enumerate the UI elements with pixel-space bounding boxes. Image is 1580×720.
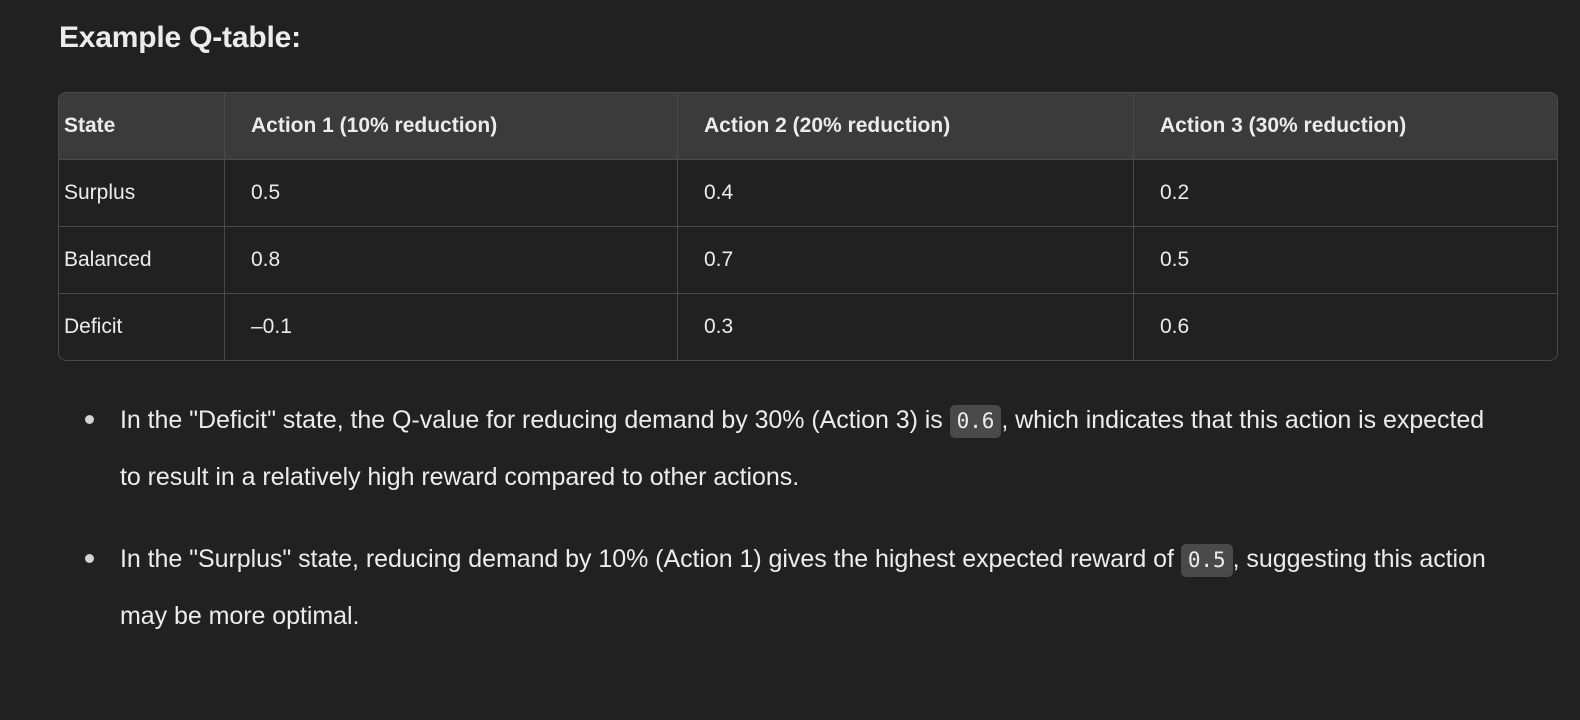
cell-action-1: 0.5 (225, 160, 678, 227)
cell-action-1: 0.8 (225, 227, 678, 294)
q-table-article: Example Q-table: State Action 1 (10% red… (0, 0, 1580, 720)
bullet-dot-icon (85, 554, 94, 563)
column-header-state: State (59, 93, 225, 160)
q-table: State Action 1 (10% reduction) Action 2 … (58, 92, 1558, 361)
table-row: Balanced 0.8 0.7 0.5 (59, 227, 1557, 294)
cell-action-2: 0.4 (678, 160, 1134, 227)
cell-state: Deficit (59, 294, 225, 360)
list-item: In the "Surplus" state, reducing demand … (58, 531, 1508, 644)
cell-action-3: 0.5 (1134, 227, 1557, 294)
bullet-text-before-code: In the "Deficit" state, the Q-value for … (120, 406, 943, 434)
table-header-row: State Action 1 (10% reduction) Action 2 … (59, 93, 1557, 160)
inline-code-value: 0.6 (949, 405, 1002, 438)
cell-action-3: 0.2 (1134, 160, 1557, 227)
cell-state: Balanced (59, 227, 225, 294)
column-header-action-1: Action 1 (10% reduction) (225, 93, 678, 160)
cell-action-2: 0.7 (678, 227, 1134, 294)
table-header: State Action 1 (10% reduction) Action 2 … (59, 93, 1557, 160)
inline-code-value: 0.5 (1180, 544, 1233, 577)
table-row: Surplus 0.5 0.4 0.2 (59, 160, 1557, 227)
list-item: In the "Deficit" state, the Q-value for … (58, 392, 1508, 505)
column-header-action-3: Action 3 (30% reduction) (1134, 93, 1557, 160)
cell-action-3: 0.6 (1134, 294, 1557, 360)
cell-state: Surplus (59, 160, 225, 227)
table-body: Surplus 0.5 0.4 0.2 Balanced 0.8 0.7 0.5… (59, 160, 1557, 360)
column-header-action-2: Action 2 (20% reduction) (678, 93, 1134, 160)
table-row: Deficit –0.1 0.3 0.6 (59, 294, 1557, 360)
cell-action-2: 0.3 (678, 294, 1134, 360)
bullet-dot-icon (85, 415, 94, 424)
q-table-container: State Action 1 (10% reduction) Action 2 … (58, 92, 1558, 361)
bullet-text-before-code: In the "Surplus" state, reducing demand … (120, 545, 1174, 573)
page-title: Example Q-table: (59, 21, 301, 54)
cell-action-1: –0.1 (225, 294, 678, 360)
insight-list: In the "Deficit" state, the Q-value for … (58, 392, 1508, 670)
